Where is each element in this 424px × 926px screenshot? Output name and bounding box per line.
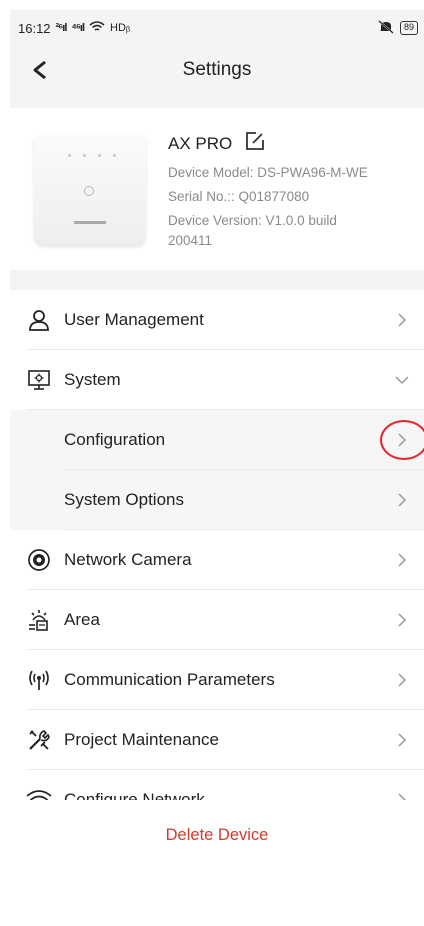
menu-item-label: User Management [64, 310, 204, 329]
chevron-right-icon [394, 312, 410, 328]
user-icon [26, 307, 52, 333]
mute-icon [378, 19, 394, 37]
battery-indicator: 89 [399, 21, 418, 35]
device-serial: Serial No.:: Q01877080 [168, 189, 310, 204]
menu-item-user-management[interactable]: User Management [10, 290, 424, 350]
menu-item-label: Network Camera [64, 550, 192, 569]
menu-item-area[interactable]: Area [10, 590, 424, 650]
app-screen: 16:12 ²⁶ıl ⁴⁶ıl HDᵦ 89 Settings AX PRO D… [10, 10, 424, 926]
menu-item-label: Project Maintenance [64, 730, 219, 749]
menu-item-communication-parameters[interactable]: Communication Parameters [10, 650, 424, 710]
menu-item-network-camera[interactable]: Network Camera [10, 530, 424, 590]
top-nav-bar: Settings [10, 46, 424, 94]
highlight-circle [380, 420, 424, 460]
edit-icon[interactable] [244, 130, 266, 157]
delete-device-button[interactable]: Delete Device [10, 800, 424, 870]
menu-item-system[interactable]: System [10, 350, 424, 410]
device-info: AX PRO Device Model: DS-PWA96-M-WE Seria… [168, 130, 378, 270]
menu-item-system-options[interactable]: System Options [10, 470, 424, 530]
bottom-area [10, 870, 424, 926]
device-card: AX PRO Device Model: DS-PWA96-M-WE Seria… [10, 108, 424, 270]
settings-list: User Management System Configuration Sys… [10, 290, 424, 830]
chevron-right-icon [394, 492, 410, 508]
menu-item-label: Area [64, 610, 100, 629]
chevron-right-icon [394, 672, 410, 688]
device-model: Device Model: DS-PWA96-M-WE [168, 165, 368, 180]
device-image [34, 134, 146, 246]
chevron-down-icon [394, 372, 410, 388]
menu-item-label: Configuration [64, 430, 166, 449]
network-type: HDᵦ [110, 22, 131, 34]
menu-item-label: System [64, 370, 121, 389]
back-button[interactable] [26, 56, 54, 84]
menu-item-project-maintenance[interactable]: Project Maintenance [10, 710, 424, 770]
chevron-right-icon [394, 612, 410, 628]
menu-item-configuration[interactable]: Configuration [10, 410, 424, 470]
device-name: AX PRO [168, 133, 233, 153]
wifi-status-icon [89, 20, 105, 36]
back-chevron-icon [33, 60, 46, 80]
area-icon [26, 607, 52, 633]
camera-icon [26, 547, 52, 573]
device-version: Device Version: V1.0.0 build 200411 [168, 213, 337, 248]
chevron-right-icon [394, 732, 410, 748]
monitor-icon [26, 367, 52, 393]
menu-item-label: Communication Parameters [64, 670, 275, 689]
antenna-icon [26, 667, 52, 693]
status-time: 16:12 [18, 20, 51, 36]
signal-icon-2: ⁴⁶ıl [71, 22, 85, 34]
tools-icon [26, 727, 52, 753]
menu-item-label: System Options [64, 490, 184, 509]
status-bar: 16:12 ²⁶ıl ⁴⁶ıl HDᵦ 89 [10, 10, 424, 46]
page-title: Settings [182, 59, 252, 80]
signal-icon-1: ²⁶ıl [55, 22, 68, 34]
chevron-right-icon [394, 552, 410, 568]
